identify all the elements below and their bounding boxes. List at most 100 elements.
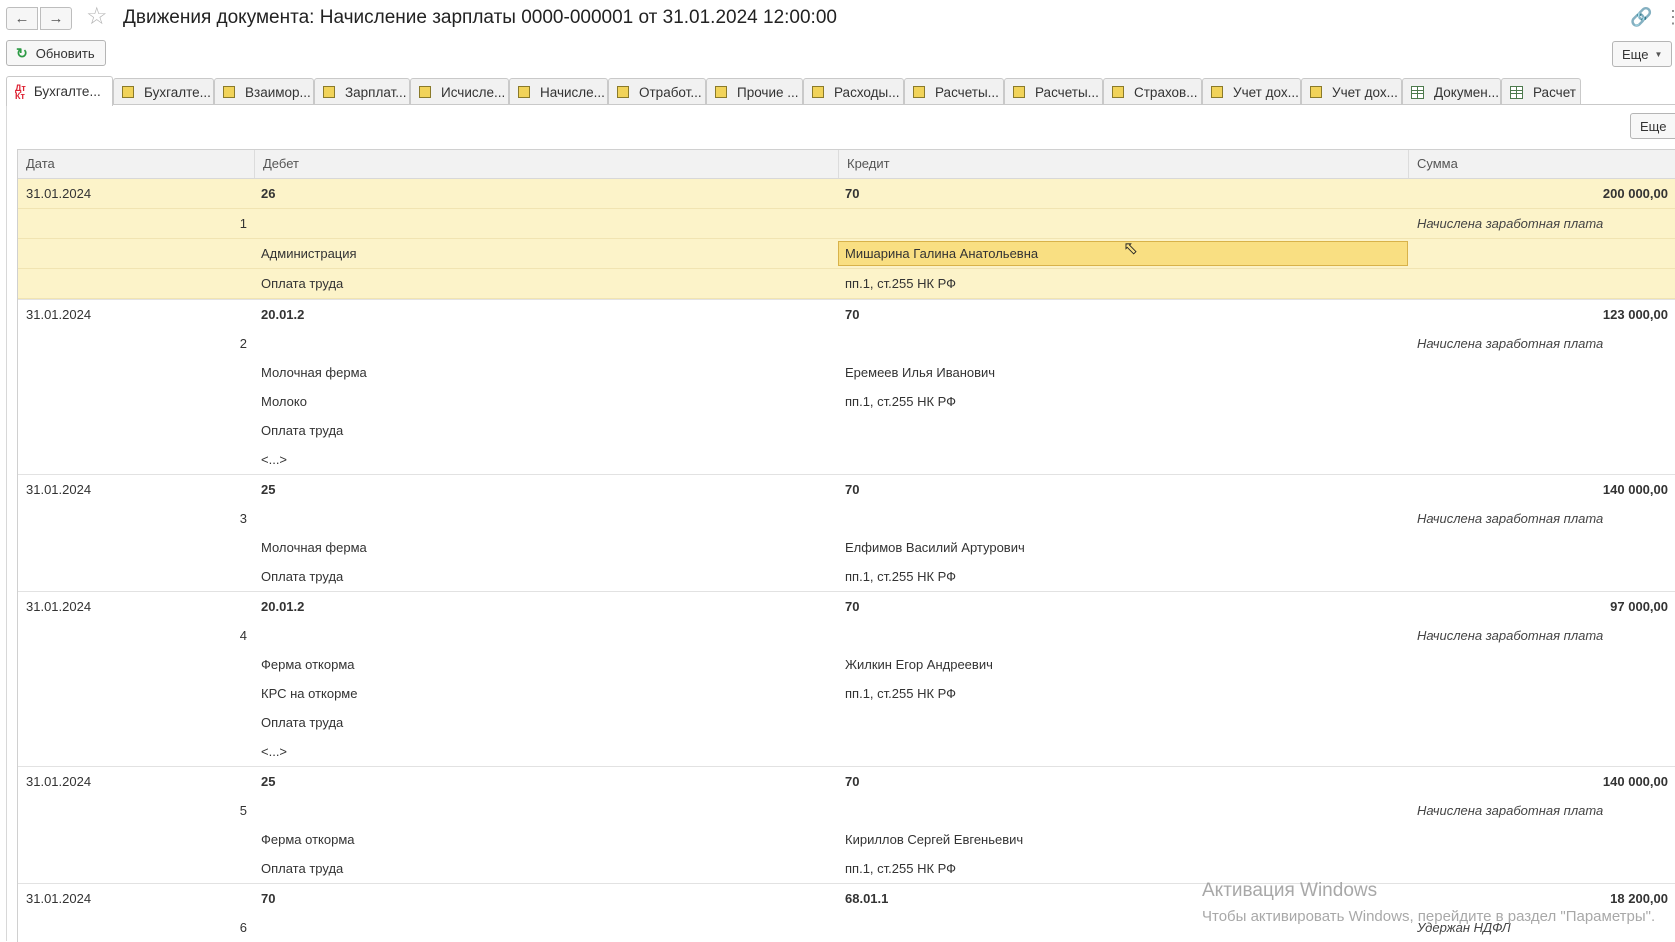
tab-label: Расчеты... [935, 84, 999, 100]
posting-description: Начислена заработная плата [1417, 511, 1604, 526]
posting-sum: 123 000,00 [1602, 307, 1668, 322]
table-row[interactable]: 31.01.2024 26 70 200 000,00 1 Начислена зараб… [18, 179, 1675, 300]
forward-button[interactable]: → [40, 7, 72, 30]
mouse-cursor-icon: ⬁ [1123, 238, 1139, 258]
credit-account: 70 [845, 599, 860, 614]
arrow-left-icon: ← [14, 10, 30, 27]
tab-register-4[interactable]: Зарплат... [314, 78, 410, 105]
debit-subconto: Оплата труда [261, 423, 344, 438]
tab-register-15[interactable]: Докумен... [1402, 78, 1501, 105]
tab-register-2[interactable]: Бухгалте... [113, 78, 214, 105]
register-icon [715, 86, 727, 98]
credit-subconto: пп.1, ст.255 НК РФ [845, 569, 957, 584]
row-line: Оплата труда [18, 708, 1675, 737]
tab-label: Учет дох... [1233, 84, 1299, 100]
posting-description: Начислена заработная плата [1417, 216, 1604, 231]
debit-account: 25 [261, 774, 276, 789]
register-icon [1112, 86, 1124, 98]
tab-register-14[interactable]: Учет дох... [1301, 78, 1402, 105]
table-icon [1510, 85, 1523, 99]
tab-register-11[interactable]: Расчеты... [1004, 78, 1103, 105]
row-line: 3 Начислена заработная плата [18, 504, 1675, 533]
posting-date: 31.01.2024 [26, 186, 92, 201]
favorite-star-icon[interactable]: ☆ [86, 5, 108, 29]
table-more-button[interactable]: Еще [1630, 113, 1675, 139]
row-line: 31.01.2024 20.01.2 70 123 000,00 [18, 300, 1675, 329]
row-line: Ферма откорма Жилкин Егор Андреевич [18, 650, 1675, 679]
debit-subconto: КРС на откорме [261, 686, 358, 701]
tab-label: Исчисле... [441, 84, 506, 100]
column-header-debit[interactable]: Дебет [255, 150, 839, 178]
column-header-date[interactable]: Дата [18, 150, 255, 178]
row-line: Ферма откорма Кириллов Сергей Евгеньевич [18, 825, 1675, 854]
credit-subconto: пп.1, ст.255 НК РФ [845, 861, 957, 876]
posting-date: 31.01.2024 [26, 891, 92, 906]
tab-register-3[interactable]: Взаимор... [214, 78, 314, 105]
tab-label: Зарплат... [345, 84, 407, 100]
column-header-credit[interactable]: Кредит [839, 150, 1409, 178]
tab-label: Прочие ... [737, 84, 799, 100]
back-button[interactable]: ← [6, 7, 38, 30]
column-header-sum[interactable]: Сумма [1409, 150, 1675, 178]
debit-account: 20.01.2 [261, 599, 305, 614]
more-button[interactable]: Еще ▼ [1612, 41, 1672, 67]
row-line: 31.01.2024 25 70 140 000,00 [18, 475, 1675, 504]
debit-account: 20.01.2 [261, 307, 305, 322]
title-bar: ← → ☆ Движения документа: Начисление зар… [0, 0, 1675, 36]
refresh-icon: ↻ [16, 44, 28, 61]
tab-register-12[interactable]: Страхов... [1103, 78, 1202, 105]
more-actions-icon[interactable]: ⋮ [1664, 7, 1675, 28]
debit-subconto: Оплата труда [261, 715, 344, 730]
row-line: КРС на откорме пп.1, ст.255 НК РФ [18, 679, 1675, 708]
tab-register-1[interactable]: Дт Кт Бухгалте... [6, 76, 113, 106]
tab-register-9[interactable]: Расходы... [803, 78, 904, 105]
debit-subconto: Молоко [261, 394, 307, 409]
tab-label: Расходы... [834, 84, 900, 100]
tab-register-7[interactable]: Отработ... [608, 78, 706, 105]
tab-register-6[interactable]: Начисле... [509, 78, 608, 105]
debit-account: 25 [261, 482, 276, 497]
link-icon[interactable]: 🔗 [1630, 7, 1652, 28]
refresh-label: Обновить [35, 45, 95, 61]
tab-register-13[interactable]: Учет дох... [1202, 78, 1301, 105]
row-line: 31.01.2024 25 70 140 000,00 [18, 767, 1675, 796]
row-line: Администрация Мишарина Галина Анатольевна [18, 239, 1675, 269]
frame-border [6, 105, 7, 941]
register-icon [1211, 86, 1223, 98]
tab-register-10[interactable]: Расчеты... [904, 78, 1004, 105]
tab-register-8[interactable]: Прочие ... [706, 78, 803, 105]
table-row[interactable]: 31.01.2024 25 70 140 000,00 3 Начислена зараб… [18, 475, 1675, 592]
arrow-right-icon: → [48, 10, 64, 27]
posting-description: Начислена заработная плата [1417, 803, 1604, 818]
posting-line-number: 3 [239, 511, 247, 526]
tab-register-16[interactable]: Расчет [1501, 78, 1581, 105]
table-body: 31.01.2024 26 70 200 000,00 1 Начислена зараб… [18, 179, 1675, 942]
posting-line-number: 4 [239, 628, 247, 643]
row-line: <...> [18, 737, 1675, 766]
debit-subconto: Молочная ферма [261, 365, 367, 380]
row-line: Оплата труда пп.1, ст.255 НК РФ [18, 562, 1675, 591]
debit-subconto: Оплата труда [261, 569, 344, 584]
credit-subconto: пп.1, ст.255 НК РФ [845, 686, 957, 701]
postings-table: Дата Дебет Кредит Сумма 31.01.2024 26 70 20… [17, 149, 1675, 942]
posting-date: 31.01.2024 [26, 482, 92, 497]
register-icon [518, 86, 530, 98]
dt-kt-icon: Дт Кт [15, 82, 26, 101]
posting-line-number: 2 [239, 336, 247, 351]
posting-sum: 200 000,00 [1602, 186, 1668, 201]
tab-label: Бухгалте... [144, 84, 211, 100]
row-line: Молочная ферма Еремеев Илья Иванович [18, 358, 1675, 387]
row-line: 31.01.2024 26 70 200 000,00 [18, 179, 1675, 209]
table-row[interactable]: 31.01.2024 20.01.2 70 97 000,00 4 Начислена з… [18, 592, 1675, 767]
table-row[interactable]: 31.01.2024 20.01.2 70 123 000,00 2 Начислена … [18, 300, 1675, 475]
refresh-button[interactable]: ↻ Обновить [6, 40, 106, 66]
table-row[interactable]: 31.01.2024 25 70 140 000,00 5 Начислена зараб… [18, 767, 1675, 884]
credit-subconto: Еремеев Илья Иванович [845, 365, 996, 380]
tab-label: Расчет [1533, 84, 1576, 100]
tab-label: Взаимор... [245, 84, 311, 100]
credit-subconto: Мишарина Галина Анатольевна [845, 246, 1039, 261]
tab-label: Отработ... [639, 84, 702, 100]
tab-register-5[interactable]: Исчисле... [410, 78, 509, 105]
credit-subconto: пп.1, ст.255 НК РФ [845, 394, 957, 409]
credit-subconto: пп.1, ст.255 НК РФ [845, 276, 957, 291]
